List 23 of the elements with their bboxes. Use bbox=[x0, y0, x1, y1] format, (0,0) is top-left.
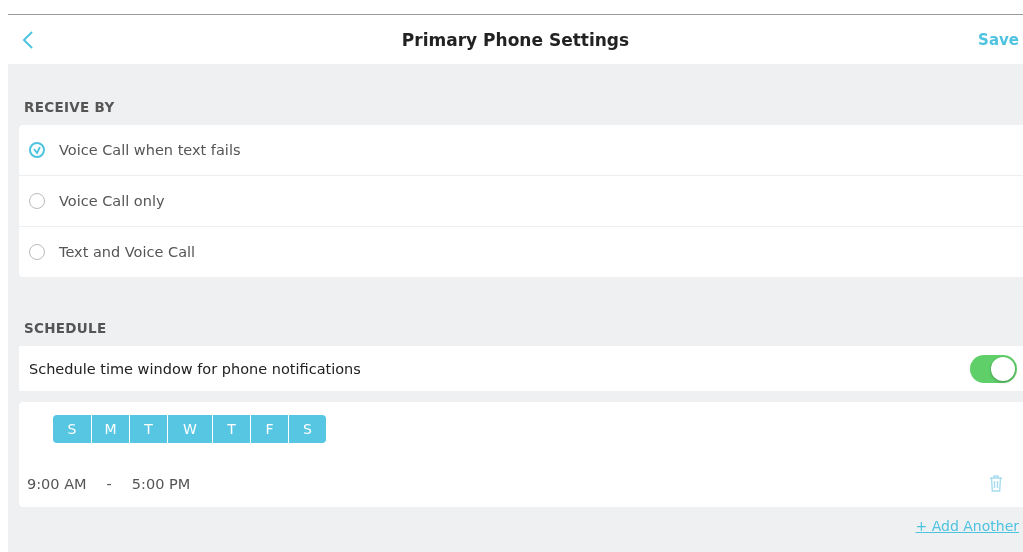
end-time[interactable]: 5:00 PM bbox=[131, 475, 191, 492]
toggle-switch[interactable] bbox=[970, 354, 1017, 383]
screen-title: Primary Phone Settings bbox=[401, 29, 630, 50]
day-toggle[interactable]: S bbox=[288, 415, 326, 443]
back-button[interactable] bbox=[22, 29, 34, 50]
day-toggle[interactable]: W bbox=[167, 415, 212, 443]
day-toggle[interactable]: S bbox=[53, 415, 91, 443]
checked-radio-icon[interactable] bbox=[29, 142, 45, 158]
day-toggle[interactable]: T bbox=[212, 415, 250, 443]
section-label: RECEIVE BY bbox=[24, 99, 115, 115]
section-label: SCHEDULE bbox=[24, 320, 107, 336]
radio-option[interactable]: Voice Call only bbox=[19, 175, 1023, 226]
radio-option[interactable]: Text and Voice Call bbox=[19, 226, 1023, 277]
time-separator: - bbox=[106, 475, 112, 492]
trash-icon[interactable] bbox=[989, 475, 1003, 492]
toggle-label: Schedule time window for phone notifications bbox=[29, 360, 361, 377]
add-another-link[interactable]: + Add Another bbox=[915, 518, 1019, 534]
day-toggle[interactable]: F bbox=[250, 415, 288, 443]
save-button[interactable]: Save bbox=[978, 30, 1019, 49]
radio-option[interactable]: Voice Call when text fails bbox=[19, 125, 1023, 175]
start-time[interactable]: 9:00 AM bbox=[27, 475, 87, 492]
day-toggle[interactable]: M bbox=[91, 415, 129, 443]
day-toggle[interactable]: T bbox=[129, 415, 167, 443]
